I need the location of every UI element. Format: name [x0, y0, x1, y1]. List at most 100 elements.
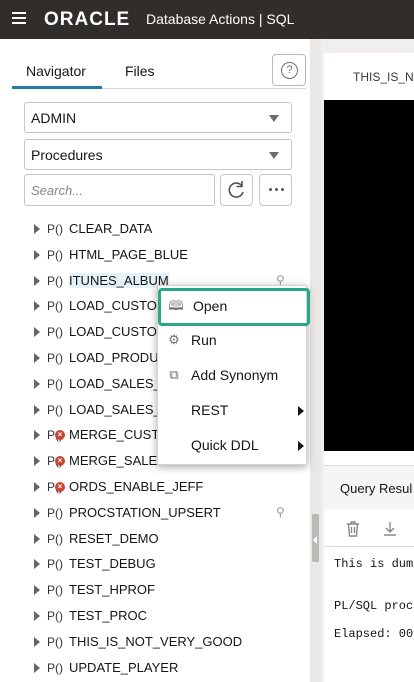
book-open-icon: 🕮: [168, 298, 184, 313]
tree-row[interactable]: P() TEST_HPROF: [0, 577, 300, 603]
menu-item-add-synonym[interactable]: ⧉ Add Synonym: [158, 359, 308, 393]
procedure-prefix: P(): [47, 531, 63, 546]
tree-row[interactable]: P() THIS_IS_NOT_VERY_GOOD: [0, 629, 300, 655]
expand-arrow-icon[interactable]: [34, 662, 40, 673]
procedure-prefix: P(): [47, 583, 63, 598]
object-type-select-value: Procedures: [31, 147, 103, 163]
menu-item-open[interactable]: 🕮 Open: [158, 288, 310, 326]
active-tab-indicator: [12, 86, 102, 89]
expand-arrow-icon[interactable]: [34, 249, 40, 260]
procedure-prefix: P(): [47, 609, 63, 623]
expand-arrow-icon[interactable]: [34, 275, 40, 286]
app-title: Database Actions | SQL: [146, 11, 295, 27]
procedure-name: MERGE_CUSTO: [69, 427, 170, 443]
procedure-name: LOAD_SALES_U: [69, 375, 171, 391]
question-mark-icon: ?: [281, 62, 298, 79]
procedure-name: TEST_HPROF: [69, 582, 155, 598]
editor-tab[interactable]: THIS_IS_N: [353, 70, 414, 84]
expand-arrow-icon[interactable]: [34, 482, 40, 492]
code-editor[interactable]: [324, 100, 414, 451]
tab-query-result[interactable]: Query Resul: [340, 481, 412, 496]
panel-splitter[interactable]: [310, 39, 321, 682]
tab-navigator[interactable]: Navigator: [26, 63, 86, 79]
procedure-icon: P(): [47, 351, 63, 365]
download-icon[interactable]: [380, 519, 400, 539]
schema-select[interactable]: ADMIN: [24, 102, 292, 133]
expand-arrow-icon[interactable]: [34, 533, 40, 544]
menu-item-label: REST: [191, 402, 229, 418]
hamburger-menu-icon[interactable]: [12, 12, 26, 25]
procedure-prefix: P(): [47, 402, 63, 417]
results-toolbar: [324, 509, 414, 547]
chevron-right-icon: [298, 441, 304, 451]
context-menu: 🕮 Open ⚙ Run ⧉ Add Synonym REST Quick DDL: [157, 285, 310, 465]
editor-panel: THIS_IS_N Query Resul This is dum PL/SQL…: [324, 53, 414, 682]
procedure-prefix: P(): [47, 222, 63, 236]
procedure-prefix: P(): [47, 299, 63, 314]
output-line: Elapsed: 00: [334, 627, 414, 641]
refresh-icon: [228, 181, 244, 198]
expand-arrow-icon[interactable]: [34, 404, 40, 415]
tree-row[interactable]: P() HTML_PAGE_BLUE: [0, 242, 300, 268]
procedure-name: PROCSTATION_UPSERT: [69, 504, 221, 520]
procedure-icon: P(): [47, 635, 63, 649]
chevron-down-icon: [269, 152, 279, 159]
expand-arrow-icon[interactable]: [34, 456, 40, 467]
procedure-name: UPDATE_PLAYER: [69, 659, 179, 675]
procedure-icon: P(): [47, 532, 63, 546]
menu-item-rest[interactable]: REST: [158, 394, 308, 428]
expand-arrow-icon[interactable]: [34, 378, 40, 389]
invalid-error-icon: ×: [55, 430, 65, 441]
expand-arrow-icon[interactable]: [34, 559, 40, 570]
procedure-name: CLEAR_DATA: [69, 221, 153, 236]
procedure-icon: P(): [47, 557, 63, 571]
tree-row[interactable]: P() RESET_DEMO: [0, 526, 300, 552]
expand-arrow-icon[interactable]: [34, 301, 40, 312]
expand-arrow-icon[interactable]: [34, 430, 40, 441]
tree-row[interactable]: P()× ORDS_ENABLE_JEFF: [0, 474, 300, 500]
trash-icon[interactable]: [343, 519, 363, 539]
tab-files[interactable]: Files: [125, 63, 155, 79]
menu-item-label: Open: [193, 298, 228, 314]
ellipsis-icon: [269, 188, 284, 191]
tree-row[interactable]: P() TEST_PROC: [0, 603, 300, 629]
tree-row[interactable]: P() TEST_DEBUG: [0, 551, 300, 577]
help-button[interactable]: ?: [272, 54, 306, 86]
gear-icon: ⚙: [168, 332, 180, 347]
procedure-name: RESET_DEMO: [69, 530, 159, 546]
refresh-button[interactable]: [220, 174, 253, 206]
invalid-error-icon: ×: [55, 482, 65, 492]
expand-arrow-icon[interactable]: [34, 224, 40, 234]
procedure-icon: P(): [47, 609, 63, 623]
procedure-prefix: P(): [47, 351, 63, 365]
expand-arrow-icon[interactable]: [34, 636, 40, 647]
menu-item-label: Add Synonym: [191, 367, 279, 383]
procedure-prefix: P(): [47, 247, 63, 262]
procedure-icon: P(): [47, 403, 63, 417]
procedure-icon: P(): [47, 377, 63, 391]
collapse-arrow-icon[interactable]: [313, 536, 317, 544]
tree-row[interactable]: P() CLEAR_DATA: [0, 216, 300, 242]
object-type-select[interactable]: Procedures: [24, 139, 292, 170]
more-actions-button[interactable]: [259, 174, 292, 206]
procedure-prefix: P(): [47, 273, 63, 288]
chevron-down-icon: [269, 115, 279, 122]
search-input[interactable]: Search...: [24, 174, 215, 206]
expand-arrow-icon[interactable]: [34, 585, 40, 596]
app-header: ORACLE Database Actions | SQL: [0, 0, 414, 39]
expand-arrow-icon[interactable]: [34, 611, 40, 621]
expand-arrow-icon[interactable]: [34, 353, 40, 363]
menu-item-quick-ddl[interactable]: Quick DDL: [158, 429, 308, 463]
procedure-name: LOAD_SALES_U: [69, 401, 171, 417]
menu-item-run[interactable]: ⚙ Run: [158, 324, 308, 358]
copy-icon: ⧉: [169, 367, 179, 382]
procedure-prefix: P(): [47, 557, 63, 572]
tree-row[interactable]: P() PROCSTATION_UPSERT ⚲: [0, 500, 300, 526]
pin-icon[interactable]: ⚲: [276, 505, 285, 519]
procedure-name: THIS_IS_NOT_VERY_GOOD: [69, 633, 243, 649]
chevron-right-icon: [298, 406, 304, 416]
procedure-prefix: P(): [47, 634, 63, 649]
tree-row[interactable]: P() UPDATE_PLAYER: [0, 655, 300, 681]
expand-arrow-icon[interactable]: [34, 327, 40, 338]
expand-arrow-icon[interactable]: [34, 507, 40, 518]
